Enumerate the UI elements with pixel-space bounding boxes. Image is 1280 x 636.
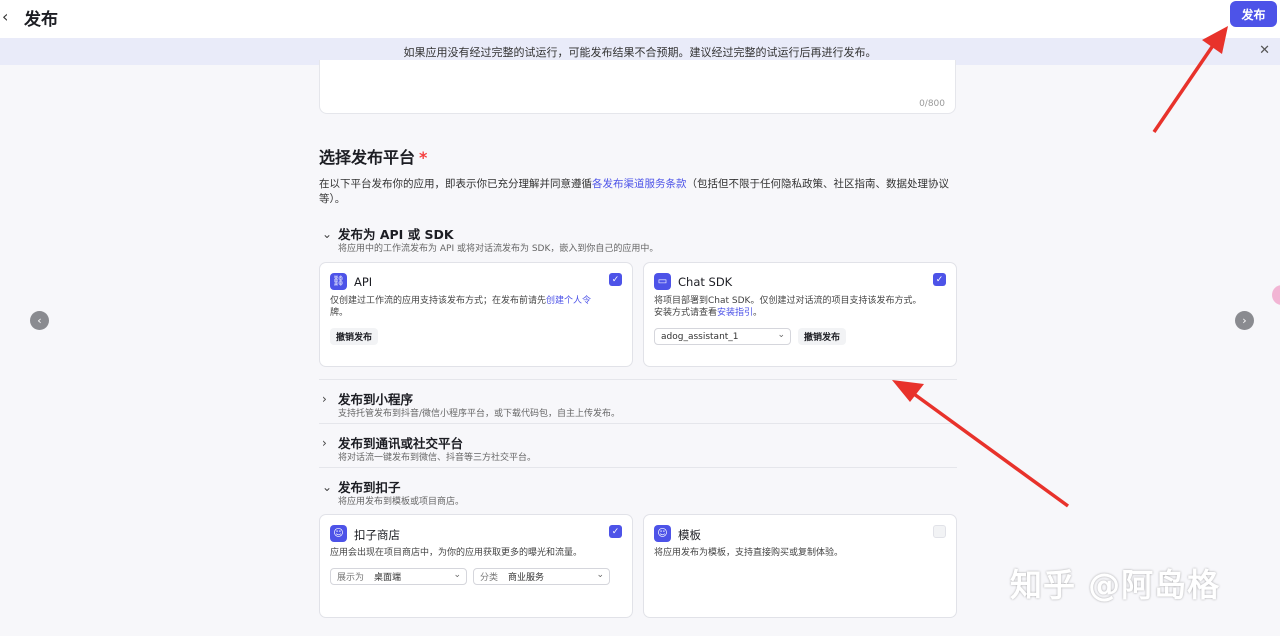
char-count: 0/800 [919,99,945,109]
watermark: 知乎 @阿岛格 [1010,566,1221,604]
store-card[interactable]: ☺ 扣子商店 ✓ 应用会出现在项目商店中，为你的应用获取更多的曝光和流量。 展示… [319,514,633,618]
chevron-down-icon: ⌄ [322,480,333,494]
section-title-text: 选择发布平台 [319,148,416,167]
chevron-right-icon: › [322,392,327,406]
card-title: 模板 [678,528,701,542]
store-icon: ☺ [330,525,347,542]
section-description: 在以下平台发布你的应用，即表示你已充分理解并同意遵循各发布渠道服务条款（包括但不… [319,177,959,207]
card-description: 仅创建过工作流的应用支持该发布方式；在发布前请先创建个人令牌。 [330,295,620,319]
group-mini-program-header[interactable]: › 发布到小程序 支持托管发布到抖音/微信小程序平台，或下载代码包，自主上传发布… [322,389,952,419]
chevron-left-icon[interactable]: ‹ [30,311,49,330]
group-subtitle: 支持托管发布到抖音/微信小程序平台，或下载代码包，自主上传发布。 [338,409,621,419]
api-desc-text-after: 牌。 [330,308,349,318]
sdk-desc-line2-end: 。 [753,308,763,318]
display-select-label: 展示为 [337,573,365,583]
card-title: API [354,275,373,289]
chevron-right-icon: › [322,436,327,450]
divider [319,379,957,380]
chevron-down-icon: ⌄ [322,227,333,241]
page-title: 发布 [24,10,58,30]
category-select-value: 商业服务 [508,573,545,583]
category-select[interactable]: 分类 商业服务 ⌄ [473,568,610,585]
group-subtitle: 将对话流一键发布到微信、抖音等三方社交平台。 [338,453,537,463]
card-description: 将应用发布为模板，支持直接购买或复制体验。 [654,548,844,558]
window-icon: ▭ [654,273,671,290]
required-mark: * [419,148,428,167]
revoke-publish-button[interactable]: 撤销发布 [330,328,379,345]
card-title: Chat SDK [678,275,733,289]
display-select-value: 桌面端 [374,573,402,583]
chevron-down-icon: ⌄ [453,570,461,580]
template-icon: ☺ [654,525,671,542]
divider [319,467,957,468]
section-desc-text: 在以下平台发布你的应用，即表示你已充分理解并同意遵循 [319,178,592,190]
banner-text: 如果应用没有经过完整的试运行，可能发布结果不合预期。建议经过完整的试运行后再进行… [403,45,877,59]
group-subtitle: 将应用发布到模板或项目商店。 [338,497,465,507]
api-desc-text: 仅创建过工作流的应用支持该发布方式；在发布前请先 [330,296,547,306]
card-description: 应用会出现在项目商店中，为你的应用获取更多的曝光和流量。 [330,548,583,558]
category-select-label: 分类 [480,573,499,583]
description-textarea[interactable]: 0/800 [319,60,956,114]
revoke-publish-button[interactable]: 撤销发布 [798,328,847,345]
section-title: 选择发布平台 * [319,144,427,168]
group-api-sdk-header[interactable]: ⌄ 发布为 API 或 SDK 将应用中的工作流发布为 API 或将对话流发布为… [322,224,952,254]
api-card[interactable]: ⛓ API ✓ 仅创建过工作流的应用支持该发布方式；在发布前请先创建个人令 牌。 … [319,262,633,367]
template-card[interactable]: ☺ 模板 ✓ 将应用发布为模板，支持直接购买或复制体验。 [643,514,957,618]
api-checkbox[interactable]: ✓ [609,273,622,286]
card-title: 扣子商店 [354,528,400,542]
publish-button[interactable]: 发布 [1230,1,1277,27]
group-social-header[interactable]: › 发布到通讯或社交平台 将对话流一键发布到微信、抖音等三方社交平台。 [322,433,952,463]
chevron-right-icon[interactable]: › [1235,311,1254,330]
link-icon: ⛓ [330,273,347,290]
sdk-desc-line2: 安装方式请查看 [654,308,718,318]
terms-link[interactable]: 各发布渠道服务条款 [592,178,687,190]
create-token-link[interactable]: 创建个人令 [546,296,591,306]
chevron-down-icon: ⌄ [777,330,785,340]
group-kouzi-header[interactable]: ⌄ 发布到扣子 将应用发布到模板或项目商店。 [322,477,952,507]
sdk-desc-line1: 将项目部署到Chat SDK。仅创建过对话流的项目支持该发布方式。 [654,296,922,306]
project-select[interactable]: adog_assistant_1 ⌄ [654,328,791,345]
top-bar: ‹ 发布 发布 [0,0,1280,38]
project-select-value: adog_assistant_1 [661,331,739,342]
template-checkbox[interactable]: ✓ [933,525,946,538]
chevron-left-icon[interactable]: ‹ [2,7,8,26]
group-subtitle: 将应用中的工作流发布为 API 或将对话流发布为 SDK，嵌入到你自己的应用中。 [338,244,659,254]
card-description: 将项目部署到Chat SDK。仅创建过对话流的项目支持该发布方式。 安装方式请查看… [654,295,954,319]
floating-assistant-icon[interactable] [1272,285,1280,305]
display-select[interactable]: 展示为 桌面端 ⌄ [330,568,467,585]
close-icon[interactable]: ✕ [1259,43,1270,58]
chat-sdk-card[interactable]: ▭ Chat SDK ✓ 将项目部署到Chat SDK。仅创建过对话流的项目支持… [643,262,957,367]
divider [319,423,957,424]
chat-sdk-checkbox[interactable]: ✓ [933,273,946,286]
chevron-down-icon: ⌄ [596,570,604,580]
store-checkbox[interactable]: ✓ [609,525,622,538]
install-guide-link[interactable]: 安装指引 [717,308,753,318]
